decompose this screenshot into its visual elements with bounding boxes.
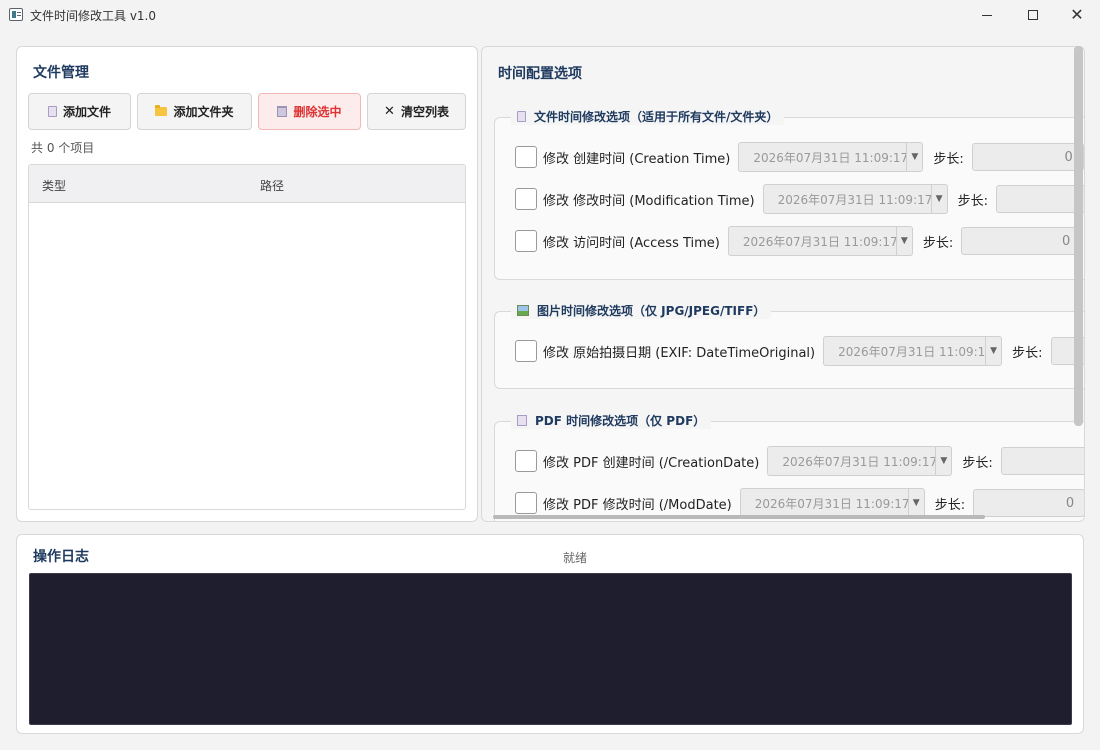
add-folder-button[interactable]: 添加文件夹: [137, 93, 252, 130]
add-folder-label: 添加文件夹: [173, 105, 234, 119]
access-time-datetime[interactable]: 2026年07月31日 11:09:17 ▼: [727, 226, 913, 256]
maximize-icon: [1028, 10, 1038, 20]
clear-list-button[interactable]: ✕ 清空列表: [367, 93, 466, 130]
creation-time-label: 修改 创建时间 (Creation Time): [543, 151, 731, 167]
pdf-mod-date-datetime[interactable]: 2026年07月31日 11:09:17 ▼: [739, 488, 925, 518]
title-bar: 文件时间修改工具 v1.0 ✕: [0, 0, 1100, 30]
time-config-title: 时间配置选项: [498, 66, 582, 82]
clear-list-label: 清空列表: [400, 105, 449, 119]
file-time-group: 文件时间修改选项（适用于所有文件/文件夹） 修改 创建时间 (Creation …: [494, 108, 1084, 280]
image-time-group: 图片时间修改选项（仅 JPG/JPEG/TIFF） 修改 原始拍摄日期 (EXI…: [494, 302, 1084, 389]
config-horizontal-scrollbar[interactable]: [493, 515, 985, 519]
option-access-time: 修改 访问时间 (Access Time) 2026年07月31日 11:09:…: [515, 226, 1082, 256]
status-label: 就绪: [563, 551, 588, 565]
option-pdf-mod-date: 修改 PDF 修改时间 (/ModDate) 2026年07月31日 11:09…: [515, 488, 1084, 518]
access-time-label: 修改 访问时间 (Access Time): [543, 235, 720, 251]
table-header: 类型 路径: [29, 165, 465, 203]
add-file-label: 添加文件: [62, 105, 111, 119]
delete-selected-label: 删除选中: [293, 105, 342, 119]
image-time-group-title: 图片时间修改选项（仅 JPG/JPEG/TIFF）: [511, 302, 772, 319]
close-icon: ✕: [384, 104, 395, 119]
window-title: 文件时间修改工具 v1.0: [30, 9, 157, 23]
access-time-step-input[interactable]: 0: [961, 227, 1082, 255]
pdf-time-group-title: PDF 时间修改选项（仅 PDF）: [511, 412, 712, 429]
close-icon: ✕: [1070, 5, 1084, 24]
document-icon: [517, 111, 526, 122]
close-button[interactable]: ✕: [1054, 0, 1100, 30]
modification-time-datetime[interactable]: 2026年07月31日 11:09:17 ▼: [762, 184, 948, 214]
exif-datetime-label: 修改 原始拍摄日期 (EXIF: DateTimeOriginal): [543, 345, 816, 361]
pdf-mod-date-label: 修改 PDF 修改时间 (/ModDate): [543, 497, 732, 513]
step-label: 步长:: [933, 151, 964, 167]
delete-selected-button[interactable]: 删除选中: [258, 93, 361, 130]
step-label: 步长:: [957, 193, 988, 209]
chevron-down-icon[interactable]: ▼: [895, 227, 912, 255]
modification-time-label: 修改 修改时间 (Modification Time): [543, 193, 755, 209]
operation-log-title: 操作日志: [33, 549, 89, 565]
image-icon: [517, 305, 529, 316]
chevron-down-icon[interactable]: ▼: [935, 447, 951, 475]
modification-time-checkbox[interactable]: [515, 188, 537, 210]
folder-icon: [155, 105, 168, 116]
modification-time-step-input[interactable]: [995, 185, 1084, 213]
option-exif-datetime-original: 修改 原始拍摄日期 (EXIF: DateTimeOriginal) 2026年…: [515, 336, 1084, 366]
add-file-button[interactable]: 添加文件: [28, 93, 131, 130]
time-config-panel[interactable]: 时间配置选项 文件时间修改选项（适用于所有文件/文件夹） 修改 创建时间 (Cr…: [481, 46, 1085, 522]
chevron-down-icon[interactable]: ▼: [985, 337, 1001, 365]
file-management-panel: 文件管理 添加文件 添加文件夹 删除选中 ✕ 清空列表 共 0 个项目 类型 路…: [16, 46, 478, 522]
app-icon: [9, 8, 23, 21]
file-time-group-title: 文件时间修改选项（适用于所有文件/文件夹）: [511, 108, 785, 125]
trash-icon: [277, 106, 288, 117]
pdf-creation-date-label: 修改 PDF 创建时间 (/CreationDate): [543, 455, 760, 471]
pdf-mod-date-checkbox[interactable]: [515, 492, 537, 514]
pdf-creation-date-datetime[interactable]: 2026年07月31日 11:09:17 ▼: [767, 446, 953, 476]
column-header-type[interactable]: 类型: [42, 177, 66, 194]
access-time-checkbox[interactable]: [515, 230, 537, 252]
file-management-title: 文件管理: [33, 65, 89, 81]
chevron-down-icon[interactable]: ▼: [907, 489, 924, 517]
exif-datetime-checkbox[interactable]: [515, 340, 537, 362]
pdf-creation-date-step-input[interactable]: [1000, 447, 1084, 475]
operation-log-panel: 操作日志 就绪: [16, 534, 1084, 734]
file-table[interactable]: 类型 路径: [28, 164, 466, 510]
pdf-mod-date-step-input[interactable]: 0: [973, 489, 1084, 517]
step-label: 步长:: [1012, 345, 1043, 361]
exif-datetime-datetime[interactable]: 2026年07月31日 11:09:1 ▼: [823, 336, 1003, 366]
step-label: 步长:: [922, 235, 954, 251]
step-label: 步长:: [962, 455, 993, 471]
minimize-icon: [982, 14, 992, 16]
chevron-down-icon[interactable]: ▼: [930, 185, 947, 213]
item-count: 共 0 个项目: [31, 141, 95, 155]
creation-time-step-input[interactable]: 0: [971, 143, 1084, 171]
config-vertical-scrollbar[interactable]: [1074, 46, 1083, 426]
maximize-button[interactable]: [1010, 0, 1056, 30]
pdf-icon: [517, 415, 527, 426]
column-header-path[interactable]: 路径: [260, 177, 284, 194]
minimize-button[interactable]: [964, 0, 1010, 30]
creation-time-checkbox[interactable]: [515, 146, 537, 168]
pdf-time-group: PDF 时间修改选项（仅 PDF） 修改 PDF 创建时间 (/Creation…: [494, 412, 1084, 521]
pdf-creation-date-checkbox[interactable]: [515, 450, 537, 472]
option-creation-time: 修改 创建时间 (Creation Time) 2026年07月31日 11:0…: [515, 142, 1084, 172]
option-pdf-creation-date: 修改 PDF 创建时间 (/CreationDate) 2026年07月31日 …: [515, 446, 1084, 476]
creation-time-datetime[interactable]: 2026年07月31日 11:09:17 ▼: [738, 142, 924, 172]
step-label: 步长:: [934, 497, 966, 513]
option-modification-time: 修改 修改时间 (Modification Time) 2026年07月31日 …: [515, 184, 1084, 214]
document-icon: [47, 106, 57, 117]
chevron-down-icon[interactable]: ▼: [906, 143, 922, 171]
log-output[interactable]: [29, 573, 1072, 725]
